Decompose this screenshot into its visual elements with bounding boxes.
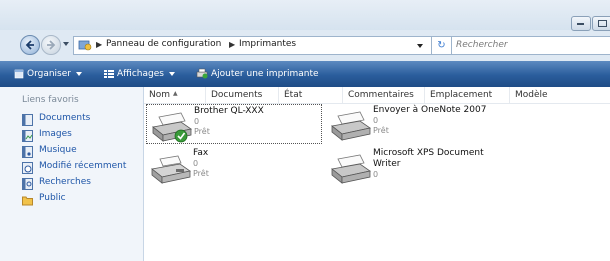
add-printer-icon — [196, 68, 208, 79]
favorite-links-pane: Liens favoris Documents Images Musique M… — [0, 87, 144, 261]
maximize-button[interactable] — [592, 16, 610, 31]
column-label: Nom — [149, 90, 171, 100]
views-label: Affichages — [117, 69, 164, 79]
address-row: ▶ Panneau de configuration ▶ Imprimantes… — [0, 30, 610, 59]
forward-button[interactable] — [41, 35, 61, 55]
sidebar-item-label: Musique — [39, 145, 77, 155]
printer-name: Envoyer à OneNote 2007 — [373, 105, 487, 115]
control-panel-icon — [78, 40, 92, 51]
printer-name: Microsoft XPS Document — [373, 148, 484, 158]
printer-doc-count: 0 — [373, 170, 379, 179]
window: ▶ Panneau de configuration ▶ Imprimantes… — [0, 0, 610, 261]
address-dropdown[interactable] — [417, 44, 423, 48]
searches-icon — [22, 178, 33, 190]
address-bar[interactable]: ▶ Panneau de configuration ▶ Imprimantes — [73, 36, 432, 55]
add-printer-button[interactable]: Ajouter une imprimante — [196, 66, 319, 82]
printer-item-xps[interactable]: Microsoft XPS Document Writer 0 — [326, 147, 502, 187]
refresh-button[interactable]: ↻ — [431, 36, 452, 55]
printer-status: Prêt — [373, 126, 389, 135]
column-header-documents[interactable]: Documents — [206, 87, 279, 103]
column-label: Commentaires — [348, 90, 414, 100]
recent-icon — [22, 162, 33, 174]
forward-arrow-icon — [47, 40, 56, 50]
minimize-icon — [577, 23, 584, 25]
refresh-icon: ↻ — [437, 40, 446, 51]
sidebar-item-label: Documents — [39, 113, 91, 123]
documents-icon — [22, 114, 33, 126]
default-check-icon — [174, 129, 188, 143]
add-printer-label: Ajouter une imprimante — [211, 69, 319, 79]
back-button[interactable] — [20, 35, 40, 55]
command-bar: Organiser Affichages Ajouter une imprima… — [0, 61, 610, 87]
back-arrow-icon — [25, 40, 34, 50]
printer-item-fax[interactable]: Fax 0 Prêt — [146, 147, 322, 187]
sidebar-item-music[interactable]: Musique — [22, 144, 142, 160]
organize-menu[interactable]: Organiser — [14, 66, 82, 82]
printer-icon — [331, 154, 371, 184]
views-icon — [104, 69, 114, 78]
search-box[interactable] — [451, 36, 610, 55]
breadcrumb-separator: ▶ — [96, 40, 103, 49]
title-bar — [0, 0, 610, 31]
printer-status: Prêt — [194, 127, 210, 136]
views-menu[interactable]: Affichages — [104, 66, 175, 82]
printer-name-line2: Writer — [373, 159, 401, 169]
breadcrumb-printers[interactable]: Imprimantes — [239, 39, 296, 49]
column-header-row: Nom ▲ Documents État Commentaires Emplac… — [144, 87, 610, 104]
sidebar-item-label: Public — [39, 193, 66, 203]
printer-status: Prêt — [193, 169, 209, 178]
column-header-model[interactable]: Modèle — [510, 87, 610, 103]
favorite-links-heading: Liens favoris — [22, 95, 79, 105]
sidebar-item-searches[interactable]: Recherches — [22, 176, 142, 192]
column-header-location[interactable]: Emplacement — [425, 87, 510, 103]
printer-doc-count: 0 — [193, 159, 199, 168]
sidebar-item-images[interactable]: Images — [22, 128, 142, 144]
printer-item-brother[interactable]: Brother QL-XXX 0 Prêt — [146, 104, 322, 144]
sidebar-item-label: Modifié récemment — [39, 161, 127, 171]
organize-label: Organiser — [27, 69, 71, 79]
sidebar-item-label: Images — [39, 129, 72, 139]
column-label: Emplacement — [430, 90, 493, 100]
music-icon — [22, 146, 33, 158]
column-header-state[interactable]: État — [279, 87, 343, 103]
minimize-button[interactable] — [571, 16, 591, 31]
breadcrumb-separator: ▶ — [229, 40, 236, 49]
column-header-name[interactable]: Nom ▲ — [144, 87, 206, 103]
column-label: Documents — [211, 90, 263, 100]
sidebar-item-public[interactable]: Public — [22, 192, 142, 208]
printer-icon — [152, 112, 192, 143]
printer-name: Fax — [193, 148, 209, 158]
organize-icon — [14, 69, 24, 78]
printer-icon — [331, 111, 371, 141]
breadcrumb-control-panel[interactable]: Panneau de configuration — [106, 39, 221, 49]
public-folder-icon — [22, 196, 33, 206]
printer-name: Brother QL-XXX — [194, 106, 264, 116]
maximize-icon — [598, 20, 607, 27]
printer-doc-count: 0 — [373, 116, 379, 125]
printer-doc-count: 0 — [194, 117, 200, 126]
printer-item-onenote[interactable]: Envoyer à OneNote 2007 0 Prêt — [326, 104, 502, 144]
fax-icon — [151, 155, 191, 184]
column-header-comments[interactable]: Commentaires — [343, 87, 425, 103]
search-input[interactable] — [456, 38, 606, 52]
sidebar-item-recent[interactable]: Modifié récemment — [22, 160, 142, 176]
sort-arrow-icon: ▲ — [173, 90, 178, 97]
column-label: État — [284, 90, 303, 100]
sidebar-item-label: Recherches — [39, 177, 91, 187]
recent-pages-dropdown[interactable] — [63, 42, 69, 46]
images-icon — [22, 130, 33, 142]
printer-list: Nom ▲ Documents État Commentaires Emplac… — [144, 87, 610, 261]
sidebar-item-documents[interactable]: Documents — [22, 112, 142, 128]
column-label: Modèle — [515, 90, 548, 100]
